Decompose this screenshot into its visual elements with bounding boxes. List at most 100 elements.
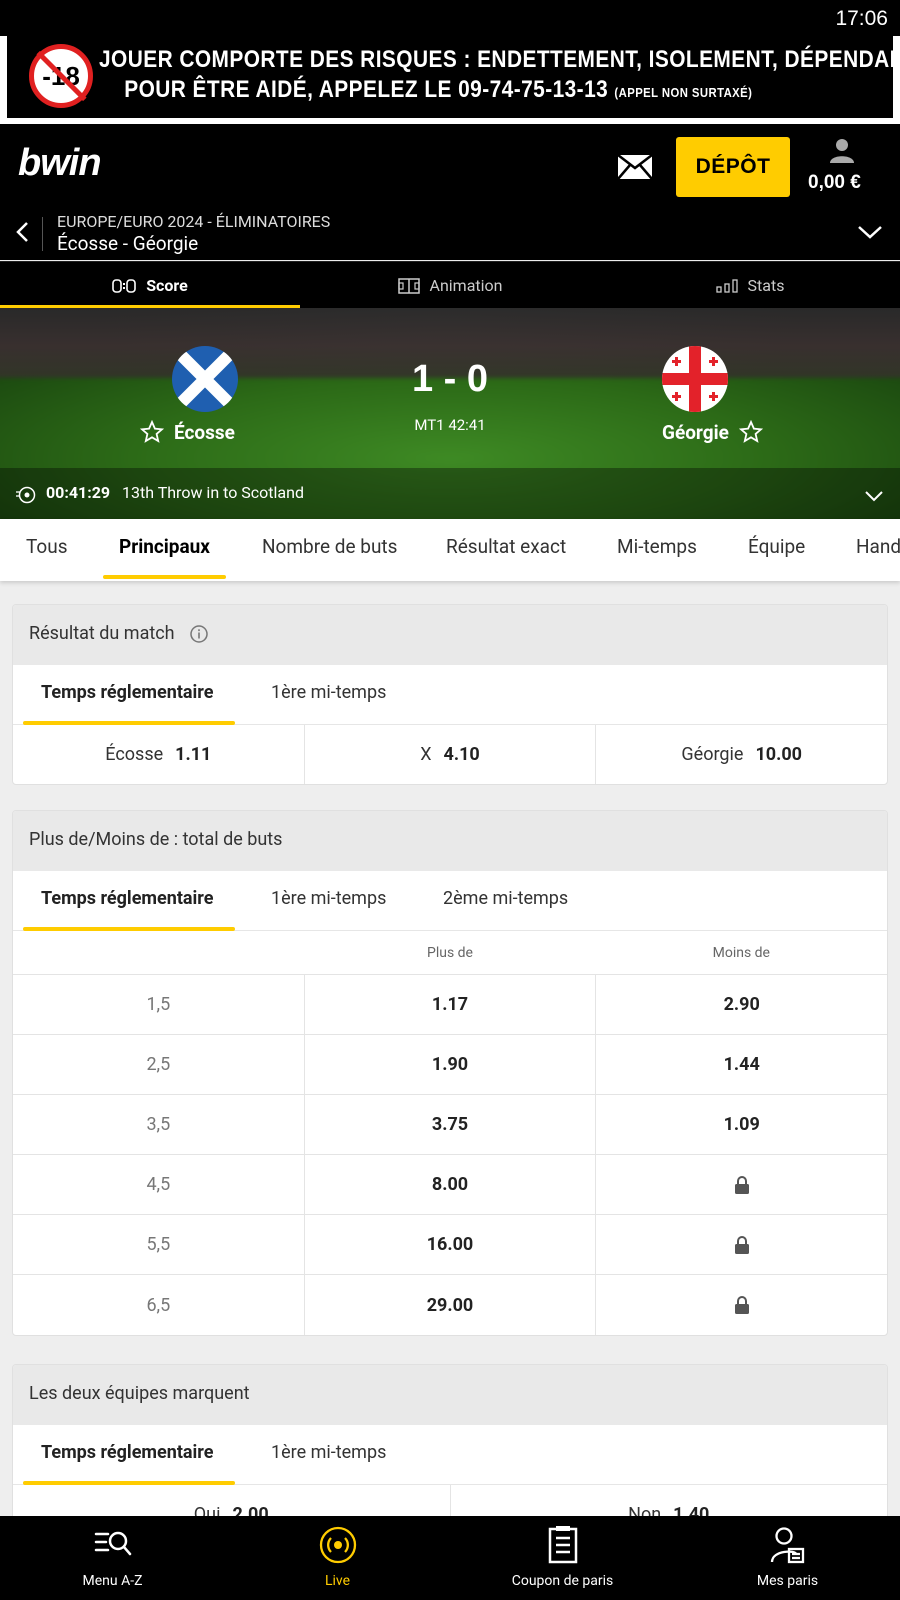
lock-icon [734, 1235, 749, 1254]
odd-locked [596, 1275, 887, 1335]
goal-line: 3,5 [13, 1095, 305, 1154]
goal-line: 4,5 [13, 1155, 305, 1214]
football-event-icon [16, 486, 36, 504]
odd-button-away[interactable]: Géorgie 10.00 [596, 725, 887, 784]
subtab-1ere-mi-temps[interactable]: 1ère mi-temps [271, 871, 386, 931]
odd-button-over[interactable]: 3.75 [305, 1095, 597, 1154]
odd-button-over[interactable]: 8.00 [305, 1155, 597, 1214]
nav-label: Menu A-Z [82, 1573, 143, 1589]
nav-mes-paris[interactable]: Mes paris [675, 1516, 900, 1600]
goal-line: 6,5 [13, 1275, 305, 1335]
account-balance[interactable]: 0,00 € [808, 172, 861, 194]
subtab-1ere-mi-temps[interactable]: 1ère mi-temps [271, 1425, 386, 1485]
favorite-star-icon[interactable] [140, 420, 164, 444]
breadcrumb-divider [42, 217, 43, 251]
odd-locked [596, 1155, 887, 1214]
odd-button-under[interactable]: 2.90 [596, 975, 887, 1034]
tab-principaux[interactable]: Principaux [119, 519, 210, 581]
over-under-header-row: Plus de Moins de [13, 931, 887, 975]
active-subtab-indicator [23, 927, 235, 931]
table-row: 4,5 8.00 [13, 1155, 887, 1215]
live-icon [319, 1526, 356, 1564]
subtab-temps-reglementaire[interactable]: Temps réglementaire [41, 665, 213, 725]
odd-button-home[interactable]: Écosse 1.11 [13, 725, 305, 784]
stats-icon [715, 278, 738, 293]
tab-handicap[interactable]: Hand [856, 519, 900, 581]
active-tab-indicator [103, 575, 226, 579]
odd-button-over[interactable]: 1.17 [305, 975, 597, 1034]
warning-line-1: JOUER COMPORTE DES RISQUES : ENDETTEMENT… [99, 46, 900, 73]
market-category-tabs: Tous Principaux Nombre de buts Résultat … [0, 519, 900, 581]
odd-button-over[interactable]: 29.00 [305, 1275, 597, 1335]
odd-button-under[interactable]: 1.44 [596, 1035, 887, 1094]
mail-icon[interactable] [617, 154, 653, 180]
tab-resultat-exact[interactable]: Résultat exact [446, 519, 566, 581]
subtab-temps-reglementaire[interactable]: Temps réglementaire [41, 871, 213, 931]
odd-locked [596, 1215, 887, 1274]
bottom-navigation: Menu A-Z Live Coupon de paris Mes paris [0, 1516, 900, 1600]
favorite-star-icon[interactable] [738, 420, 763, 444]
breadcrumb-competition[interactable]: EUROPE/EURO 2024 - ÉLIMINATOIRES [57, 212, 330, 231]
table-row: 3,5 3.75 1.09 [13, 1095, 887, 1155]
match-result-market: Résultat du match Temps réglementaire 1è… [12, 604, 888, 785]
chevron-down-icon[interactable] [857, 224, 883, 240]
nav-coupon[interactable]: Coupon de paris [450, 1516, 675, 1600]
age-restriction-icon: -18 [29, 44, 93, 108]
home-team: Écosse [140, 420, 235, 444]
nav-menu-az[interactable]: Menu A-Z [0, 1516, 225, 1600]
over-under-rows: 1,5 1.17 2.90 2,5 1.90 1.44 3,5 3.75 1.09 4,5 8.00… [13, 975, 887, 1335]
menu-search-icon [94, 1531, 131, 1556]
tab-mi-temps[interactable]: Mi-temps [617, 519, 697, 581]
tab-stats-label: Stats [747, 276, 785, 295]
odd-button-over[interactable]: 16.00 [305, 1215, 597, 1274]
odd-button-under[interactable]: 1.09 [596, 1095, 887, 1154]
goal-line: 2,5 [13, 1035, 305, 1094]
home-team-name: Écosse [174, 420, 235, 444]
tab-tous[interactable]: Tous [26, 519, 68, 581]
tab-animation[interactable]: Animation [300, 262, 600, 309]
status-bar: 17:06 [0, 0, 900, 36]
event-text: 13th Throw in to Scotland [122, 483, 304, 502]
tab-equipe[interactable]: Équipe [748, 519, 805, 581]
over-under-market: Plus de/Moins de : total de buts Temps r… [12, 810, 888, 1336]
period-subtabs: Temps réglementaire 1ère mi-temps [13, 665, 887, 725]
active-subtab-indicator [23, 721, 235, 725]
subtab-temps-reglementaire[interactable]: Temps réglementaire [41, 1425, 213, 1485]
nav-label: Mes paris [756, 1573, 819, 1589]
live-event-bar[interactable]: 00:41:29 13th Throw in to Scotland [0, 468, 900, 519]
goal-line: 1,5 [13, 975, 305, 1034]
odd-button-over[interactable]: 1.90 [305, 1035, 597, 1094]
scotland-flag-icon [172, 346, 238, 412]
market-title: Plus de/Moins de : total de buts [29, 829, 283, 850]
tab-score[interactable]: Score [0, 262, 300, 309]
betslip-icon [548, 1526, 577, 1564]
event-time: 00:41:29 [46, 483, 111, 502]
odd-button-draw[interactable]: X 4.10 [305, 725, 597, 784]
lock-icon [734, 1175, 749, 1194]
subtab-1ere-mi-temps[interactable]: 1ère mi-temps [271, 665, 386, 725]
deposit-button[interactable]: DÉPÔT [676, 137, 790, 197]
nav-label: Live [324, 1573, 351, 1589]
info-icon[interactable] [189, 624, 209, 644]
scoreboard: Écosse 1 - 0 MT1 42:41 Géorgie 00:41:29 … [0, 308, 900, 519]
table-row: 5,5 16.00 [13, 1215, 887, 1275]
match-score: 1 - 0 [411, 358, 489, 400]
breadcrumb-match[interactable]: Écosse - Géorgie [57, 232, 198, 255]
chevron-down-icon[interactable] [864, 490, 884, 502]
user-account-icon[interactable] [829, 138, 855, 164]
scoreboard-view-tabs: Score Animation Stats [0, 261, 900, 309]
subtab-2eme-mi-temps[interactable]: 2ème mi-temps [443, 871, 568, 931]
market-header[interactable]: Plus de/Moins de : total de buts [13, 811, 887, 871]
nav-live[interactable]: Live [225, 1516, 450, 1600]
tab-nombre-de-buts[interactable]: Nombre de buts [262, 519, 397, 581]
market-header[interactable]: Résultat du match [13, 605, 887, 665]
bwin-logo[interactable]: bwin [18, 142, 102, 185]
nav-label: Coupon de paris [511, 1573, 614, 1589]
tab-score-label: Score [146, 276, 188, 295]
back-arrow-icon[interactable] [14, 221, 30, 243]
warning-line-2: POUR ÊTRE AIDÉ, APPELEZ LE 09-74-75-13-1… [124, 76, 753, 103]
market-header[interactable]: Les deux équipes marquent [13, 1365, 887, 1425]
status-time: 17:06 [835, 7, 888, 30]
away-team-name: Géorgie [662, 420, 729, 444]
tab-stats[interactable]: Stats [600, 262, 900, 309]
